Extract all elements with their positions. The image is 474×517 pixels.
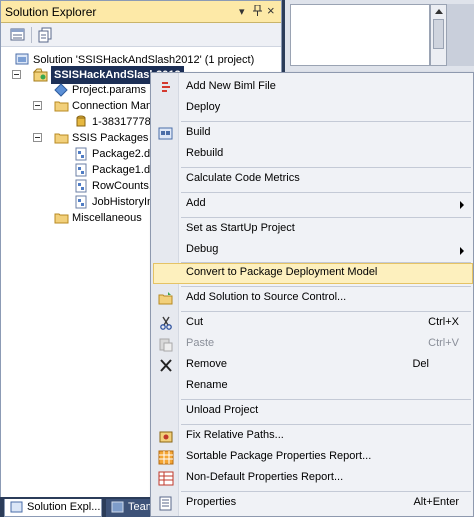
folder-icon <box>54 131 69 145</box>
menu-separator <box>181 167 471 168</box>
menu-item-add-source-control[interactable]: Add Solution to Source Control... <box>153 288 473 309</box>
ssis-project-icon <box>32 68 48 82</box>
shortcut-text: Del <box>412 358 429 370</box>
tree-item-label: Miscellaneous <box>72 212 142 224</box>
scroll-thumb[interactable] <box>433 19 444 49</box>
menu-item-build[interactable]: Build <box>153 123 473 144</box>
report-table-icon <box>158 471 174 486</box>
menu-item-add-biml[interactable]: Add New Biml File <box>153 77 473 98</box>
menu-item-paste[interactable]: Paste Ctrl+V <box>153 334 473 355</box>
pin-icon[interactable] <box>253 4 262 19</box>
folder-icon <box>54 99 69 113</box>
menu-item-properties[interactable]: Properties Alt+Enter <box>153 493 473 514</box>
source-control-folder-icon <box>158 291 174 306</box>
menu-item-rebuild[interactable]: Rebuild <box>153 144 473 165</box>
pane-title: Solution Explorer <box>5 5 97 19</box>
solution-explorer-tab-icon <box>10 501 23 513</box>
context-menu: Add New Biml File Deploy Build Rebuild C… <box>150 72 474 517</box>
submenu-arrow-icon <box>460 201 464 209</box>
pane-title-bar: Solution Explorer ▾ × <box>1 1 281 23</box>
collapse-packages-icon[interactable] <box>33 133 42 142</box>
team-tab-icon <box>111 501 124 513</box>
scissors-icon <box>158 316 174 331</box>
menu-separator <box>181 424 471 425</box>
menu-item-nondefault-report[interactable]: Non-Default Properties Report... <box>153 468 473 489</box>
params-icon <box>54 83 69 97</box>
menu-separator <box>181 286 471 287</box>
menu-item-cut[interactable]: Cut Ctrl+X <box>153 313 473 334</box>
properties-icon <box>158 496 174 511</box>
menu-separator <box>181 217 471 218</box>
menu-item-rename[interactable]: Rename <box>153 376 473 397</box>
shortcut-text: Alt+Enter <box>413 496 459 508</box>
menu-separator <box>181 192 471 193</box>
menu-item-sortable-report[interactable]: Sortable Package Properties Report... <box>153 447 473 468</box>
connection-icon <box>74 115 89 129</box>
menu-separator <box>181 311 471 312</box>
editor-strip <box>447 4 474 66</box>
menu-item-calculate-metrics[interactable]: Calculate Code Metrics <box>153 169 473 190</box>
menu-item-debug[interactable]: Debug <box>153 240 473 261</box>
collapse-project-icon[interactable] <box>12 70 21 79</box>
report-grid-icon <box>158 450 174 465</box>
submenu-arrow-icon <box>460 247 464 255</box>
package-icon <box>74 195 89 209</box>
biml-file-icon <box>158 80 174 95</box>
menu-item-deploy[interactable]: Deploy <box>153 98 473 119</box>
package-icon <box>74 163 89 177</box>
package-icon <box>74 147 89 161</box>
shortcut-text: Ctrl+X <box>428 316 459 328</box>
menu-separator <box>181 399 471 400</box>
toolbar-separator <box>31 27 32 43</box>
menu-separator <box>181 491 471 492</box>
close-icon[interactable]: × <box>267 3 275 18</box>
editor-scrollbar[interactable] <box>430 4 447 66</box>
remove-x-icon <box>158 358 174 373</box>
tab-solution-explorer[interactable]: Solution Expl... <box>4 499 102 517</box>
menu-item-convert-deployment-model[interactable]: Convert to Package Deployment Model <box>153 263 473 284</box>
menu-item-fix-relative-paths[interactable]: Fix Relative Paths... <box>153 426 473 447</box>
build-icon <box>158 126 174 141</box>
menu-item-unload-project[interactable]: Unload Project <box>153 401 473 422</box>
folder-icon <box>54 211 69 225</box>
collapse-connections-icon[interactable] <box>33 101 42 110</box>
shortcut-text: Ctrl+V <box>428 337 459 349</box>
solution-icon <box>15 53 30 67</box>
properties-toolbar-icon[interactable] <box>9 26 27 44</box>
scroll-up-icon[interactable] <box>435 9 443 14</box>
fix-paths-icon <box>158 429 174 444</box>
menu-item-remove[interactable]: Remove Del <box>153 355 473 376</box>
dropdown-icon[interactable]: ▾ <box>239 5 245 18</box>
menu-separator <box>181 121 471 122</box>
package-icon <box>74 179 89 193</box>
paste-icon <box>158 337 174 352</box>
menu-item-add[interactable]: Add <box>153 194 473 215</box>
pane-toolbar <box>1 23 281 47</box>
editor-document[interactable] <box>290 4 430 66</box>
show-all-files-icon[interactable] <box>37 26 55 44</box>
tab-label: Solution Expl... <box>27 501 101 513</box>
menu-item-set-startup[interactable]: Set as StartUp Project <box>153 219 473 240</box>
